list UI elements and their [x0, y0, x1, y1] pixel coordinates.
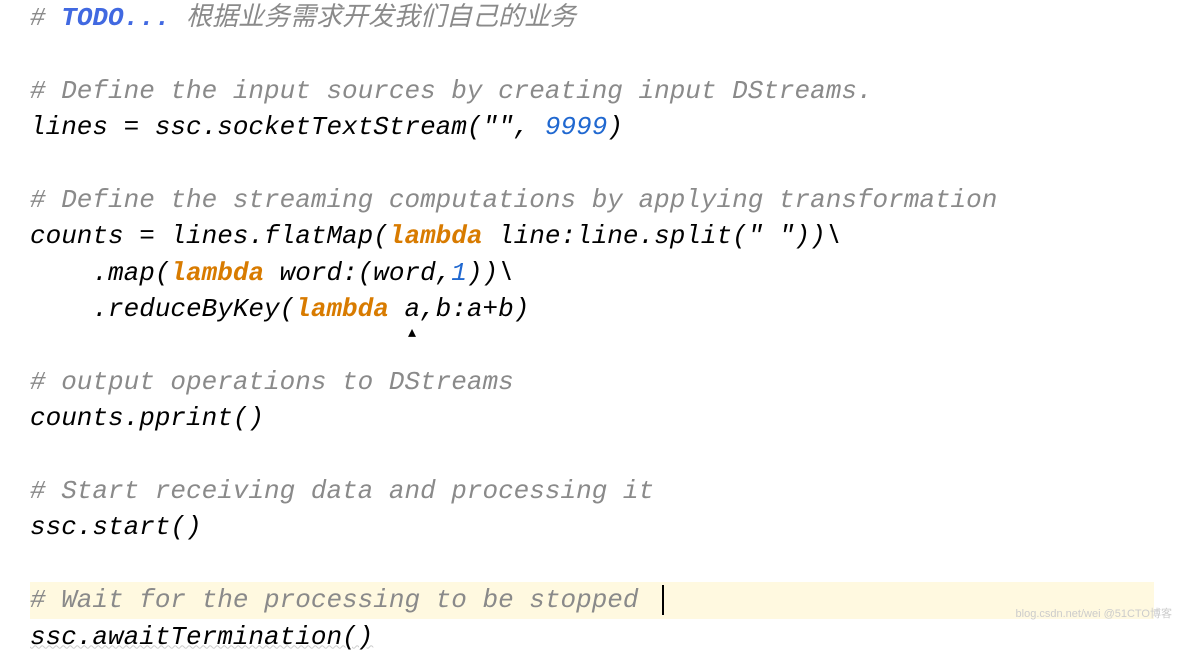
code-line-await: ssc.awaitTermination(): [30, 619, 1154, 655]
code-text: .map(: [30, 258, 170, 288]
code-text: .reduceByKey(: [30, 294, 295, 324]
code-text: counts.pprint(): [30, 403, 264, 433]
blank-line: [30, 36, 1154, 72]
lambda-keyword: lambda: [170, 258, 264, 288]
code-text: counts = lines.flatMap(: [30, 221, 389, 251]
code-line-pprint: counts.pprint(): [30, 400, 1154, 436]
comment-start-receiving: # Start receiving data and processing it: [30, 473, 1154, 509]
code-text: word:(word,: [264, 258, 451, 288]
lambda-keyword: lambda: [295, 294, 389, 324]
comment-chinese: 根据业务需求开发我们自己的业务: [170, 3, 576, 33]
code-text: ssc.awaitTermination(): [30, 622, 373, 652]
code-text: a,b:a+b): [389, 294, 529, 324]
number-literal: 1: [451, 258, 467, 288]
lambda-keyword: lambda: [389, 221, 483, 251]
code-text: ))\: [467, 258, 514, 288]
comment-text: # Define the input sources by creating i…: [30, 76, 873, 106]
blank-line: [30, 146, 1154, 182]
comment-text: # Define the streaming computations by a…: [30, 185, 997, 215]
text-cursor: [662, 585, 664, 615]
code-line-lines-def: lines = ssc.socketTextStream("", 9999): [30, 109, 1154, 145]
todo-marker: TODO...: [46, 3, 171, 33]
code-text: ))\: [795, 221, 842, 251]
code-line-start: ssc.start(): [30, 509, 1154, 545]
code-line-reduce: .reduceByKey(lambda a,b:a+b): [30, 291, 1154, 327]
blank-line: [30, 546, 1154, 582]
comment-text: # Start receiving data and processing it: [30, 476, 654, 506]
code-line-counts-def: counts = lines.flatMap(lambda line:line.…: [30, 218, 1154, 254]
mouse-pointer-icon: ▴: [408, 322, 416, 344]
number-literal: 9999: [545, 112, 607, 142]
comment-text: # Wait for the processing to be stopped: [30, 585, 654, 615]
comment-hash: #: [30, 3, 46, 33]
code-text: ,: [514, 112, 545, 142]
string-literal: " ": [748, 221, 795, 251]
comment-define-streaming: # Define the streaming computations by a…: [30, 182, 1154, 218]
code-text: lines = ssc.socketTextStream(: [30, 112, 482, 142]
string-literal: "": [482, 112, 513, 142]
blank-line: [30, 328, 1154, 364]
code-text: ssc.start(): [30, 512, 202, 542]
blank-line: [30, 437, 1154, 473]
code-text: line:line.split(: [482, 221, 747, 251]
comment-define-input: # Define the input sources by creating i…: [30, 73, 1154, 109]
comment-text: # output operations to DStreams: [30, 367, 514, 397]
code-line-map: .map(lambda word:(word,1))\: [30, 255, 1154, 291]
code-line-todo: # TODO... 根据业务需求开发我们自己的业务: [30, 0, 1154, 36]
code-text: ): [607, 112, 623, 142]
comment-output-ops: # output operations to DStreams: [30, 364, 1154, 400]
watermark-text: blog.csdn.net/wei @51CTO博客: [1016, 607, 1172, 622]
current-line-highlighted: # Wait for the processing to be stopped: [30, 582, 1154, 618]
code-editor[interactable]: # TODO... 根据业务需求开发我们自己的业务 # Define the i…: [30, 0, 1154, 655]
